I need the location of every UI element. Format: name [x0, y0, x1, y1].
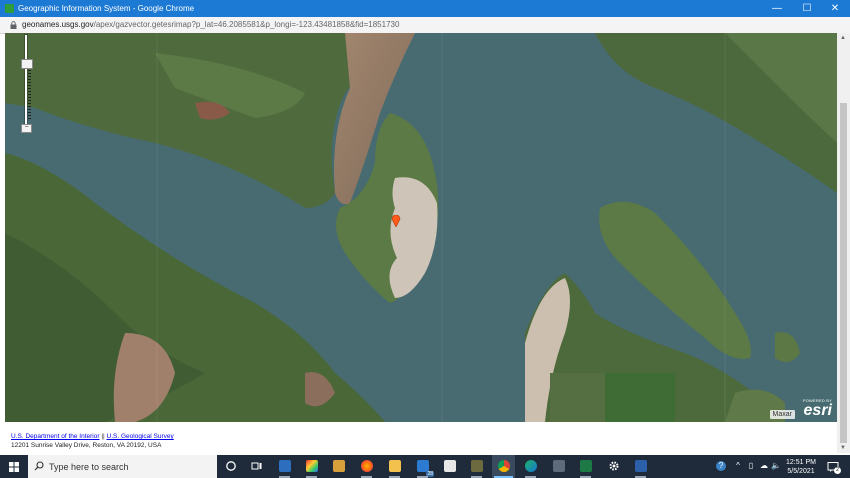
- page-footer: U.S. Department of the Interior || U.S. …: [0, 422, 837, 453]
- clock-date: 5/5/2021: [787, 468, 815, 475]
- folder-icon: [389, 460, 401, 472]
- footer-address: 12201 Sunrise Valley Drive, Reston, VA 2…: [11, 442, 162, 449]
- esri-logo: POWERED BY esri: [796, 398, 832, 420]
- url-path: /apex/gazvector.getesrimap?p_lat=46.2085…: [93, 20, 400, 29]
- maximize-button[interactable]: ☐: [792, 0, 822, 17]
- zoom-slider-thumb[interactable]: [21, 59, 33, 69]
- paint-icon: [306, 460, 318, 472]
- window-title: Geographic Information System - Google C…: [18, 4, 195, 13]
- taskbar-app-file-explorer[interactable]: [383, 455, 406, 478]
- system-clock[interactable]: 12:51 PM 5/5/2021: [783, 458, 819, 476]
- word-icon: [635, 460, 647, 472]
- task-view-icon: [251, 462, 262, 470]
- start-button[interactable]: [0, 455, 28, 478]
- footer-separator: ||: [101, 433, 105, 440]
- chrome-icon: [498, 460, 510, 472]
- edge-icon: [525, 460, 537, 472]
- link-usgs[interactable]: U.S. Geological Survey: [107, 433, 174, 440]
- taskbar-app-chrome[interactable]: [492, 455, 515, 478]
- volume-icon[interactable]: 🔈: [771, 461, 781, 471]
- excel-icon: [580, 460, 592, 472]
- window-titlebar: Geographic Information System - Google C…: [0, 0, 850, 17]
- taskbar-app-edge[interactable]: [519, 455, 542, 478]
- taskbar-app-excel[interactable]: [574, 455, 597, 478]
- store-bag-icon: [444, 460, 456, 472]
- taskbar-app-photos[interactable]: [273, 455, 296, 478]
- taskbar-app-gis[interactable]: [465, 455, 488, 478]
- lock-icon[interactable]: [10, 21, 17, 29]
- gear-icon: [609, 461, 619, 471]
- app-icon: [5, 4, 14, 13]
- url-text[interactable]: geonames.usgs.gov/apex/gazvector.getesri…: [22, 20, 399, 30]
- zoom-track[interactable]: [25, 35, 27, 125]
- help-icon[interactable]: ?: [716, 461, 726, 471]
- satellite-imagery: [5, 33, 837, 422]
- url-host: geonames.usgs.gov: [22, 20, 94, 29]
- search-icon: [34, 461, 44, 471]
- link-department-of-interior[interactable]: U.S. Department of the Interior: [11, 433, 100, 440]
- gis-app-icon: [471, 460, 483, 472]
- taskbar-app-calculator[interactable]: [547, 455, 570, 478]
- zoom-out-button[interactable]: −: [21, 124, 32, 133]
- scroll-up-arrow-icon[interactable]: ▲: [840, 35, 846, 41]
- calculator-icon: [553, 460, 565, 472]
- map-view[interactable]: − Maxar POWERED BY esri: [5, 33, 837, 422]
- taskbar-app-settings[interactable]: [602, 455, 625, 478]
- media-player-icon: [333, 460, 345, 472]
- show-hidden-icons-chevron-icon[interactable]: ^: [733, 461, 743, 471]
- windows-taskbar: Type here to search 28 ? ^ ▯ ☁ 🔈 12:51 P…: [0, 455, 850, 478]
- photos-icon: [279, 460, 291, 472]
- device-icon[interactable]: ▯: [746, 461, 756, 471]
- taskbar-app-media[interactable]: [327, 455, 350, 478]
- footer-links: U.S. Department of the Interior || U.S. …: [11, 433, 174, 440]
- taskbar-app-mail[interactable]: 28: [411, 455, 434, 478]
- clock-time: 12:51 PM: [786, 459, 816, 466]
- cortana-circle-icon: [226, 461, 236, 471]
- taskbar-app-firefox[interactable]: [355, 455, 378, 478]
- cortana-button[interactable]: [219, 455, 242, 478]
- taskbar-search-box[interactable]: Type here to search: [28, 455, 217, 478]
- mail-unread-badge: 28: [426, 471, 434, 477]
- close-button[interactable]: ✕: [820, 0, 850, 17]
- taskbar-app-word[interactable]: [629, 455, 652, 478]
- firefox-icon: [361, 460, 373, 472]
- task-view-button[interactable]: [245, 455, 268, 478]
- windows-logo-icon: [9, 462, 19, 472]
- imagery-attribution: Maxar: [769, 410, 795, 419]
- esri-wordmark: esri: [803, 402, 832, 419]
- cloud-icon[interactable]: ☁: [759, 461, 769, 471]
- page-scrollbar[interactable]: ▲ ▼: [837, 33, 850, 453]
- notification-count: 2: [834, 467, 841, 474]
- zoom-slider[interactable]: −: [21, 35, 33, 133]
- search-placeholder: Type here to search: [49, 462, 129, 472]
- action-center-button[interactable]: 2: [827, 460, 841, 474]
- location-marker-icon[interactable]: [391, 215, 401, 227]
- zoom-ticks: [28, 67, 31, 119]
- address-bar[interactable]: geonames.usgs.gov/apex/gazvector.getesri…: [0, 17, 850, 34]
- taskbar-app-paint[interactable]: [300, 455, 323, 478]
- minimize-button[interactable]: —: [762, 0, 792, 17]
- taskbar-app-store[interactable]: [438, 455, 461, 478]
- scroll-down-arrow-icon[interactable]: ▼: [840, 445, 846, 451]
- scrollbar-thumb[interactable]: [840, 103, 847, 443]
